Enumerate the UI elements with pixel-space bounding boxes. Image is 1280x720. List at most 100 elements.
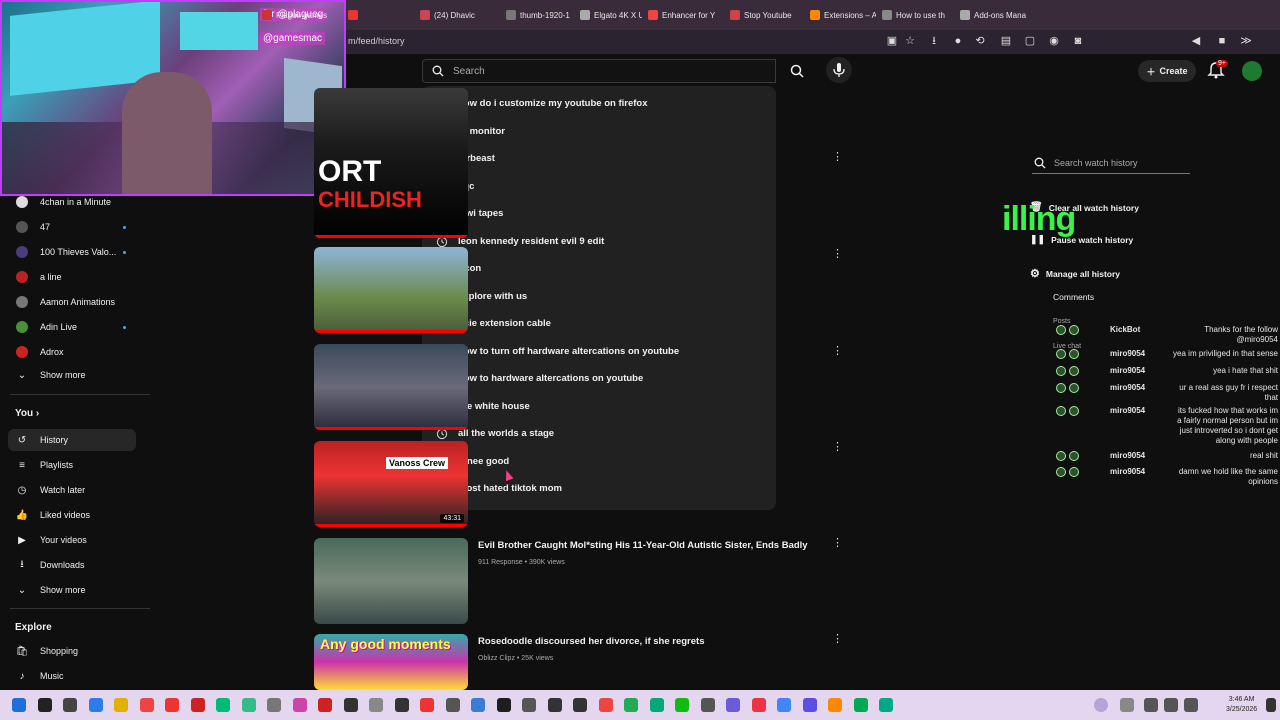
search-suggestion-item[interactable]: most hated tiktok mom	[422, 475, 776, 503]
menu-icon[interactable]: ≫	[1240, 35, 1252, 47]
user-tray-icon[interactable]	[1094, 698, 1108, 712]
browser-tab[interactable]: Add-ons Mana	[960, 6, 1034, 24]
volume-icon[interactable]: ◀	[1190, 35, 1202, 47]
taskbar-app-icon[interactable]	[828, 698, 842, 712]
system-tray-icon[interactable]	[1120, 698, 1134, 712]
show-more-button[interactable]: ⌄ Show more	[8, 364, 136, 386]
show-more-button[interactable]: ⌄ Show more	[8, 579, 136, 601]
sidebar-channel-item[interactable]: 4chan in a Minute	[8, 191, 136, 213]
search-suggestion-item[interactable]: mrbeast	[422, 145, 776, 173]
video-title[interactable]: Evil Brother Caught Mol*sting His 11-Yea…	[478, 540, 808, 551]
search-suggestion-item[interactable]: tfcon	[422, 255, 776, 283]
taskbar-app-icon[interactable]	[700, 698, 715, 712]
taskbar-app-icon[interactable]	[292, 698, 307, 712]
search-suggestion-item[interactable]: xqc	[422, 173, 776, 201]
sidebar-item-playlists[interactable]: ≡ Playlists	[8, 454, 136, 476]
sidebar-channel-item[interactable]: a line	[8, 266, 136, 288]
taskbar-app-icon[interactable]	[267, 698, 281, 712]
taskbar-app-icon[interactable]	[802, 698, 817, 712]
taskbar-app-icon[interactable]	[522, 698, 536, 712]
extension-icon[interactable]: ●	[952, 35, 964, 47]
video-thumbnail[interactable]: ORT CHILDISH	[314, 88, 468, 238]
extension-icon[interactable]: ■	[1216, 35, 1228, 47]
more-actions-icon[interactable]: ⋮	[832, 634, 843, 645]
more-actions-icon[interactable]: ⋮	[832, 346, 843, 357]
account-avatar[interactable]	[1242, 61, 1262, 81]
search-suggestion-item[interactable]: how do i customize my youtube on firefox	[422, 90, 776, 118]
taskbar-app-icon[interactable]	[190, 698, 205, 712]
browser-tab[interactable]: Enhancer for Y	[648, 6, 724, 24]
taskbar-app-icon[interactable]	[318, 698, 332, 712]
more-actions-icon[interactable]: ⋮	[832, 249, 843, 260]
url-text[interactable]: m/feed/history	[348, 36, 405, 46]
posts-label[interactable]: Posts	[1053, 318, 1071, 325]
sidebar-item-music[interactable]: ♪ Music	[8, 665, 136, 687]
browser-tab[interactable]: thumb-1920-1	[506, 6, 574, 24]
search-input[interactable]: Search	[422, 59, 776, 83]
you-heading[interactable]: You ›	[15, 408, 39, 419]
browser-tab[interactable]: Extensions – Ad	[810, 6, 876, 24]
taskbar-app-icon[interactable]	[624, 698, 638, 712]
extension-icon[interactable]: ◉	[1048, 35, 1060, 47]
video-thumbnail[interactable]: Vanoss Crew 43:31	[314, 441, 468, 527]
sidebar-channel-item[interactable]: 100 Thieves Valo...	[8, 241, 136, 263]
taskbar-app-icon[interactable]	[726, 698, 740, 712]
sidebar-channel-item[interactable]: Aamon Animations	[8, 291, 136, 313]
video-thumbnail[interactable]	[314, 247, 468, 333]
taskbar-app-icon[interactable]	[471, 698, 485, 712]
taskbar-app-icon[interactable]	[12, 698, 26, 712]
video-title[interactable]: Rosedoodle discoursed her divorce, if sh…	[478, 636, 704, 647]
taskbar-app-icon[interactable]	[241, 698, 256, 712]
taskbar-app-icon[interactable]	[37, 698, 52, 712]
battery-icon[interactable]	[1184, 698, 1198, 712]
browser-tab[interactable]: (24) Dhavic	[420, 6, 500, 24]
search-suggestion-item[interactable]: leon kennedy resident evil 9 edit	[422, 228, 776, 256]
search-suggestion-item[interactable]: pcie extension cable	[422, 310, 776, 338]
taskbar-app-icon[interactable]	[879, 698, 893, 712]
video-thumbnail[interactable]: Any good moments	[314, 634, 468, 690]
more-actions-icon[interactable]: ⋮	[832, 442, 843, 453]
taskbar-app-icon[interactable]	[420, 698, 434, 712]
taskbar-app-icon[interactable]	[343, 698, 358, 712]
taskbar-app-icon[interactable]	[675, 698, 689, 712]
sidebar-item-watch-later[interactable]: ◷ Watch later	[8, 479, 136, 501]
taskbar-app-icon[interactable]	[139, 698, 154, 712]
search-suggestion-item[interactable]: all the worlds a stage	[422, 420, 776, 448]
sidebar-channel-item[interactable]: Adin Live	[8, 316, 136, 338]
taskbar-app-icon[interactable]	[649, 698, 664, 712]
taskbar-app-icon[interactable]	[598, 698, 613, 712]
search-suggestion-item[interactable]: the white house	[422, 393, 776, 421]
search-button[interactable]	[784, 59, 810, 83]
sidebar-item-liked-videos[interactable]: 👍 Liked videos	[8, 504, 136, 526]
search-watch-history-input[interactable]: Search watch history	[1032, 152, 1190, 174]
taskbar-app-icon[interactable]	[88, 698, 103, 712]
video-thumbnail[interactable]	[314, 344, 468, 430]
taskbar-app-icon[interactable]	[394, 698, 409, 712]
sidebar-item-downloads[interactable]: ⭳ Downloads	[8, 554, 136, 576]
taskbar-app-icon[interactable]	[853, 698, 868, 712]
more-actions-icon[interactable]: ⋮	[832, 152, 843, 163]
taskbar-app-icon[interactable]	[445, 698, 460, 712]
browser-tab[interactable]: How to use th	[882, 6, 954, 24]
camera-icon[interactable]: ◙	[1072, 35, 1084, 47]
comments-label[interactable]: Comments	[1053, 292, 1094, 302]
taskbar-app-icon[interactable]	[496, 698, 511, 712]
browser-tab[interactable]: Plague games	[262, 6, 342, 24]
taskbar-app-icon[interactable]	[751, 698, 766, 712]
taskbar-app-icon[interactable]	[547, 698, 562, 712]
voice-search-button[interactable]	[826, 57, 852, 83]
browser-tab[interactable]: Elgato 4K X US	[580, 6, 642, 24]
search-suggestion-item[interactable]: ltt monitor	[422, 118, 776, 146]
search-suggestion-item[interactable]: how to turn off hardware altercations on…	[422, 338, 776, 366]
sidebar-channel-item[interactable]: Adrox	[8, 341, 136, 363]
sidebar-item-shopping[interactable]: 🛍 Shopping	[8, 640, 136, 662]
taskbar-app-icon[interactable]	[114, 698, 128, 712]
taskbar-app-icon[interactable]	[216, 698, 230, 712]
taskbar-app-icon[interactable]	[573, 698, 587, 712]
taskbar-clock[interactable]: 3:46 AM 3/25/2026	[1226, 695, 1257, 715]
taskbar-app-icon[interactable]	[63, 698, 77, 712]
manage-all-history-button[interactable]: ⚙ Manage all history	[1030, 267, 1120, 280]
extension-icon[interactable]: ▤	[1000, 35, 1012, 47]
extension-icon[interactable]: ⟲	[974, 35, 986, 47]
search-suggestion-item[interactable]: renee good	[422, 448, 776, 476]
